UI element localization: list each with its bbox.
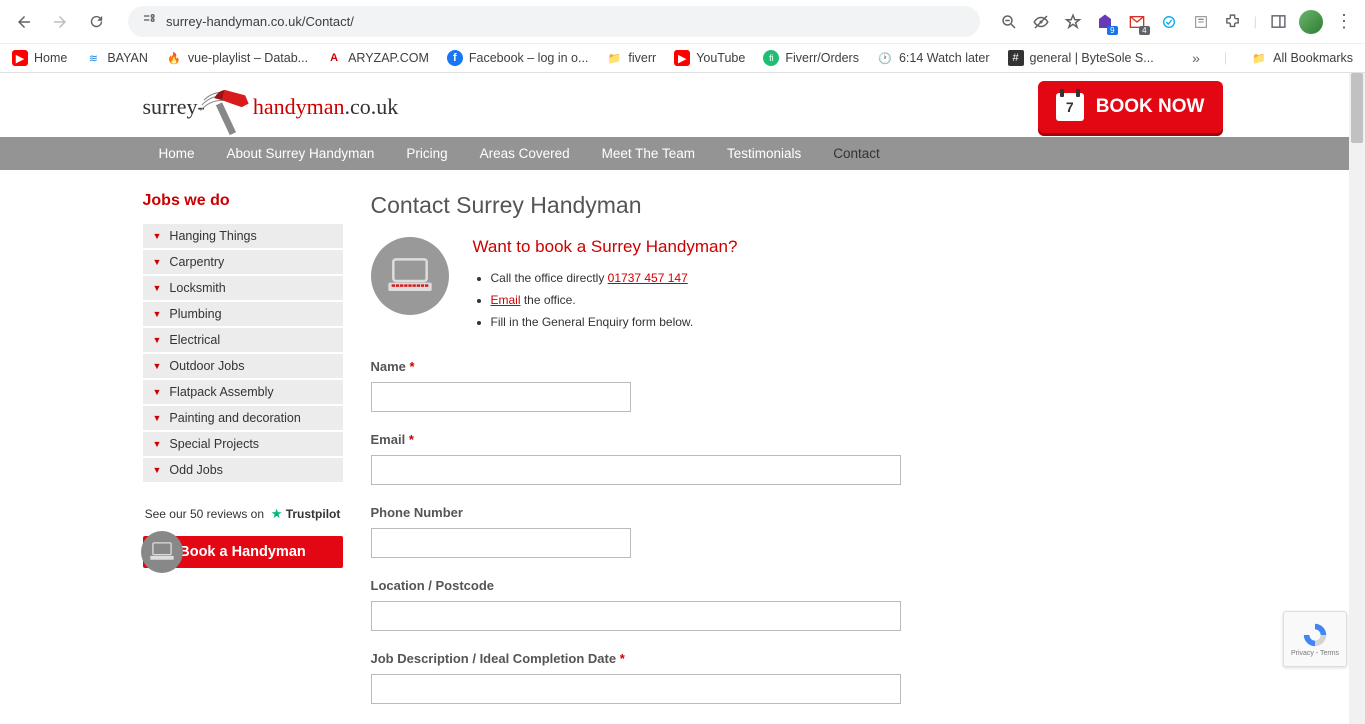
phone-label: Phone Number [371,505,1223,520]
calendar-icon: 7 [1056,93,1084,121]
url-text: surrey-handyman.co.uk/Contact/ [166,14,354,29]
nav-home[interactable]: Home [143,137,211,170]
chevron-down-icon: ▼ [153,465,162,475]
intro-line: Fill in the General Enquiry form below. [491,313,738,331]
chevron-down-icon: ▼ [153,257,162,267]
profile-avatar[interactable] [1299,10,1323,34]
chevron-down-icon: ▼ [153,335,162,345]
back-button[interactable] [10,8,38,36]
bookmark-item[interactable]: fFacebook – log in o... [447,50,589,66]
main-nav: Home About Surrey Handyman Pricing Areas… [0,137,1365,170]
nav-team[interactable]: Meet The Team [586,137,711,170]
phone-input[interactable] [371,528,631,558]
forward-button[interactable] [46,8,74,36]
location-label: Location / Postcode [371,578,1223,593]
job-item[interactable]: ▼Plumbing [143,302,343,328]
job-label: Job Description / Ideal Completion Date … [371,651,1223,666]
name-input[interactable] [371,382,631,412]
extension-icon-3[interactable] [1158,11,1180,33]
bookmark-item[interactable]: AARYZAP.COM [326,50,429,66]
name-label: Name * [371,359,1223,374]
chevron-down-icon: ▼ [153,439,162,449]
bookmarks-bar: ▶Home ≋BAYAN 🔥vue-playlist – Datab... AA… [0,43,1365,72]
job-item[interactable]: ▼Outdoor Jobs [143,354,343,380]
intro-line: Email the office. [491,291,738,309]
nav-pricing[interactable]: Pricing [390,137,463,170]
all-bookmarks[interactable]: 📁All Bookmarks [1251,50,1353,66]
browser-toolbar: surrey-handyman.co.uk/Contact/ 9 4 | ⋮ [0,0,1365,43]
job-item[interactable]: ▼Odd Jobs [143,458,343,484]
contact-form: Name * Email * Phone Number Location / P… [371,359,1223,704]
site-settings-icon[interactable] [142,12,158,31]
url-bar[interactable]: surrey-handyman.co.uk/Contact/ [128,6,980,37]
job-item[interactable]: ▼Flatpack Assembly [143,380,343,406]
site-header: surrey- handyman.co.uk 7 BOOK NOW [143,73,1223,137]
job-input[interactable] [371,674,901,704]
job-item[interactable]: ▼Locksmith [143,276,343,302]
page-viewport: surrey- handyman.co.uk 7 BOOK NOW [0,73,1365,724]
sidebar: Jobs we do ▼Hanging Things ▼Carpentry ▼L… [143,192,343,724]
star-icon: ★ [271,506,283,521]
extensions-icon[interactable] [1222,11,1244,33]
book-handyman-button[interactable]: Book a Handyman [143,536,343,568]
job-item[interactable]: ▼Electrical [143,328,343,354]
job-item[interactable]: ▼Carpentry [143,250,343,276]
main-content: Contact Surrey Handyman Want to book a S… [371,192,1223,724]
trustpilot-widget[interactable]: See our 50 reviews on ★ Trustpilot [143,506,343,522]
nav-about[interactable]: About Surrey Handyman [211,137,391,170]
toolbar-right: 9 4 | ⋮ [998,10,1355,34]
laptop-icon [371,237,449,315]
book-now-button[interactable]: 7 BOOK NOW [1038,81,1223,133]
scrollbar[interactable] [1349,73,1365,724]
email-link[interactable]: Email [491,293,521,307]
bookmark-item[interactable]: ▶Home [12,50,67,66]
intro-line: Call the office directly 01737 457 147 [491,269,738,287]
nav-areas[interactable]: Areas Covered [464,137,586,170]
browser-menu-icon[interactable]: ⋮ [1333,11,1355,33]
bookmark-item[interactable]: 🔥vue-playlist – Datab... [166,50,308,66]
nav-testimonials[interactable]: Testimonials [711,137,817,170]
chevron-down-icon: ▼ [153,283,162,293]
email-label: Email * [371,432,1223,447]
zoom-icon[interactable] [998,11,1020,33]
recaptcha-badge[interactable]: Privacy - Terms [1283,611,1347,667]
bookmark-item[interactable]: #general | ByteSole S... [1008,50,1154,66]
chevron-down-icon: ▼ [153,309,162,319]
chevron-down-icon: ▼ [153,361,162,371]
eye-off-icon[interactable] [1030,11,1052,33]
sidebar-title: Jobs we do [143,192,343,210]
job-item[interactable]: ▼Hanging Things [143,224,343,250]
browser-chrome: surrey-handyman.co.uk/Contact/ 9 4 | ⋮ ▶… [0,0,1365,73]
job-item[interactable]: ▼Special Projects [143,432,343,458]
email-input[interactable] [371,455,901,485]
extension-icon-4[interactable] [1190,11,1212,33]
extension-icon-2[interactable]: 4 [1126,11,1148,33]
phone-link[interactable]: 01737 457 147 [608,271,688,285]
laptop-icon [141,531,183,573]
scrollbar-thumb[interactable] [1351,73,1363,143]
sidepanel-icon[interactable] [1267,11,1289,33]
page-title: Contact Surrey Handyman [371,192,1223,219]
site-logo[interactable]: surrey- handyman.co.uk [143,83,399,132]
bookmark-item[interactable]: fiFiverr/Orders [763,50,859,66]
chevron-down-icon: ▼ [153,413,162,423]
intro-section: Want to book a Surrey Handyman? Call the… [371,237,1223,335]
chevron-down-icon: ▼ [153,231,162,241]
star-icon[interactable] [1062,11,1084,33]
nav-contact[interactable]: Contact [817,137,896,170]
bookmarks-overflow-icon[interactable]: » [1192,50,1200,66]
job-item[interactable]: ▼Painting and decoration [143,406,343,432]
extension-icon-1[interactable]: 9 [1094,11,1116,33]
jobs-list: ▼Hanging Things ▼Carpentry ▼Locksmith ▼P… [143,224,343,484]
bookmark-item[interactable]: ▶YouTube [674,50,745,66]
location-input[interactable] [371,601,901,631]
bookmark-item[interactable]: ≋BAYAN [85,50,148,66]
bookmark-item[interactable]: 📁fiverr [606,50,656,66]
bookmark-item[interactable]: 🕐6:14 Watch later [877,50,990,66]
chevron-down-icon: ▼ [153,387,162,397]
reload-button[interactable] [82,8,110,36]
intro-title: Want to book a Surrey Handyman? [473,237,738,257]
